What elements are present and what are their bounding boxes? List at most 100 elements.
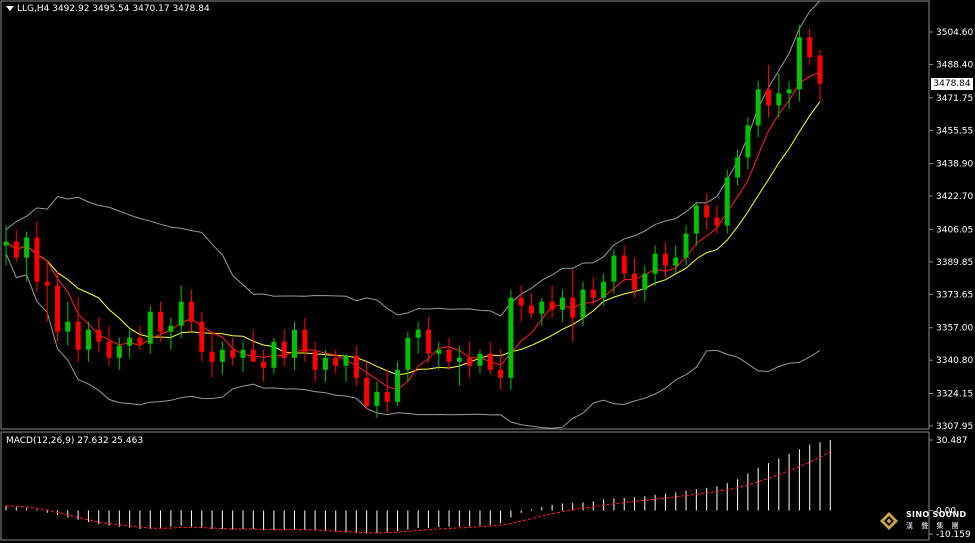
candle-body [168,325,174,332]
candle-body [271,341,277,368]
candlesticks [3,25,823,418]
candle-body [621,255,627,274]
candle-body [570,297,576,318]
candle-body [714,217,720,226]
slow-ma-line [5,101,821,376]
candle-body [127,337,133,346]
candle-body [693,205,699,234]
candle-body [662,253,668,266]
candle-body [178,301,184,326]
price-tick-label: 3307.95 [936,422,973,432]
candle-body [477,353,483,366]
candle-body [75,321,81,350]
candle-body [508,297,514,378]
price-tick-label: 3455.55 [936,126,973,136]
candle-body [776,93,782,106]
candle-body [611,255,617,282]
logo-diamond-icon [880,512,898,530]
candle-body [106,341,112,358]
candle-body [209,351,215,362]
candle-body [364,377,370,406]
upper-band-line [5,0,821,317]
candle-body [353,355,359,378]
candle-body [312,351,318,370]
candle-body [446,349,452,362]
candle-body [724,177,730,226]
candle-body [498,369,504,378]
candle-body [755,89,761,126]
candle-body [487,353,493,370]
candle-body [405,337,411,370]
macd-tick-label: 30.487 [936,436,968,446]
candle-body [13,241,19,258]
candle-body [735,157,741,178]
candle-body [219,349,225,362]
candle-body [642,273,648,290]
candle-body [322,357,328,370]
price-tick-label: 3422.70 [936,192,973,202]
candle-body [343,355,349,366]
candle-body [549,301,555,310]
candle-body [261,361,267,368]
candle-body [425,329,431,354]
price-tick-label: 3471.75 [936,94,973,104]
candle-body [528,305,534,314]
price-tick-label: 3488.40 [936,60,973,70]
price-tick-label: 3389.85 [936,258,973,268]
candle-body [590,289,596,298]
candle-body [240,349,246,358]
candle-body [765,89,771,106]
price-tick-label: 3504.60 [936,28,973,38]
candle-body [817,55,823,84]
candle-body [745,125,751,158]
candle-body [796,37,802,90]
candle-body [333,357,339,366]
candle-body [384,391,390,402]
price-tick-label: 3438.90 [936,160,973,170]
price-tick-label: 3357.00 [936,324,973,334]
candle-body [436,349,442,354]
candle-body [55,285,61,332]
sino-sound-logo: SINO SOUND 漢 聲 集 團 [876,510,971,540]
candle-body [632,273,638,290]
candle-body [158,311,164,332]
candle-body [652,253,658,274]
candle-body [250,349,256,362]
price-tick-label: 3406.05 [936,225,973,235]
candle-body [456,357,462,362]
candle-body [415,329,421,338]
candle-body [96,329,102,342]
candle-body [44,281,50,286]
candle-body [786,89,792,94]
current-price-tag: 3478.84 [931,77,973,90]
candle-body [147,311,153,344]
candle-body [559,297,565,310]
candle-body [704,205,710,218]
candle-body [518,297,524,306]
candle-body [292,329,298,358]
candle-body [683,233,689,258]
candle-body [580,289,586,318]
candle-body [281,341,287,358]
candle-body [807,37,813,58]
candle-body [199,321,205,352]
price-tick-label: 3340.80 [936,356,973,366]
candle-body [539,301,545,314]
candle-body [34,237,40,282]
chart-canvas[interactable]: 3504.60 3488.40 3471.75 3455.55 3438.90 3422.… [0,0,975,543]
price-pane-border [0,0,930,430]
candle-body [374,391,380,406]
candle-body [116,345,122,358]
macd-indicator [5,440,831,534]
candle-body [673,257,679,266]
logo-brand-text: SINO SOUND [906,510,967,519]
candle-body [24,237,30,258]
candle-body [85,329,91,350]
price-tick-label: 3373.65 [936,290,973,300]
price-tick-label: 3324.15 [936,390,973,400]
candle-body [395,369,401,402]
candle-body [601,281,607,298]
candle-body [137,337,143,344]
candle-body [230,349,236,358]
candle-body [188,301,194,322]
